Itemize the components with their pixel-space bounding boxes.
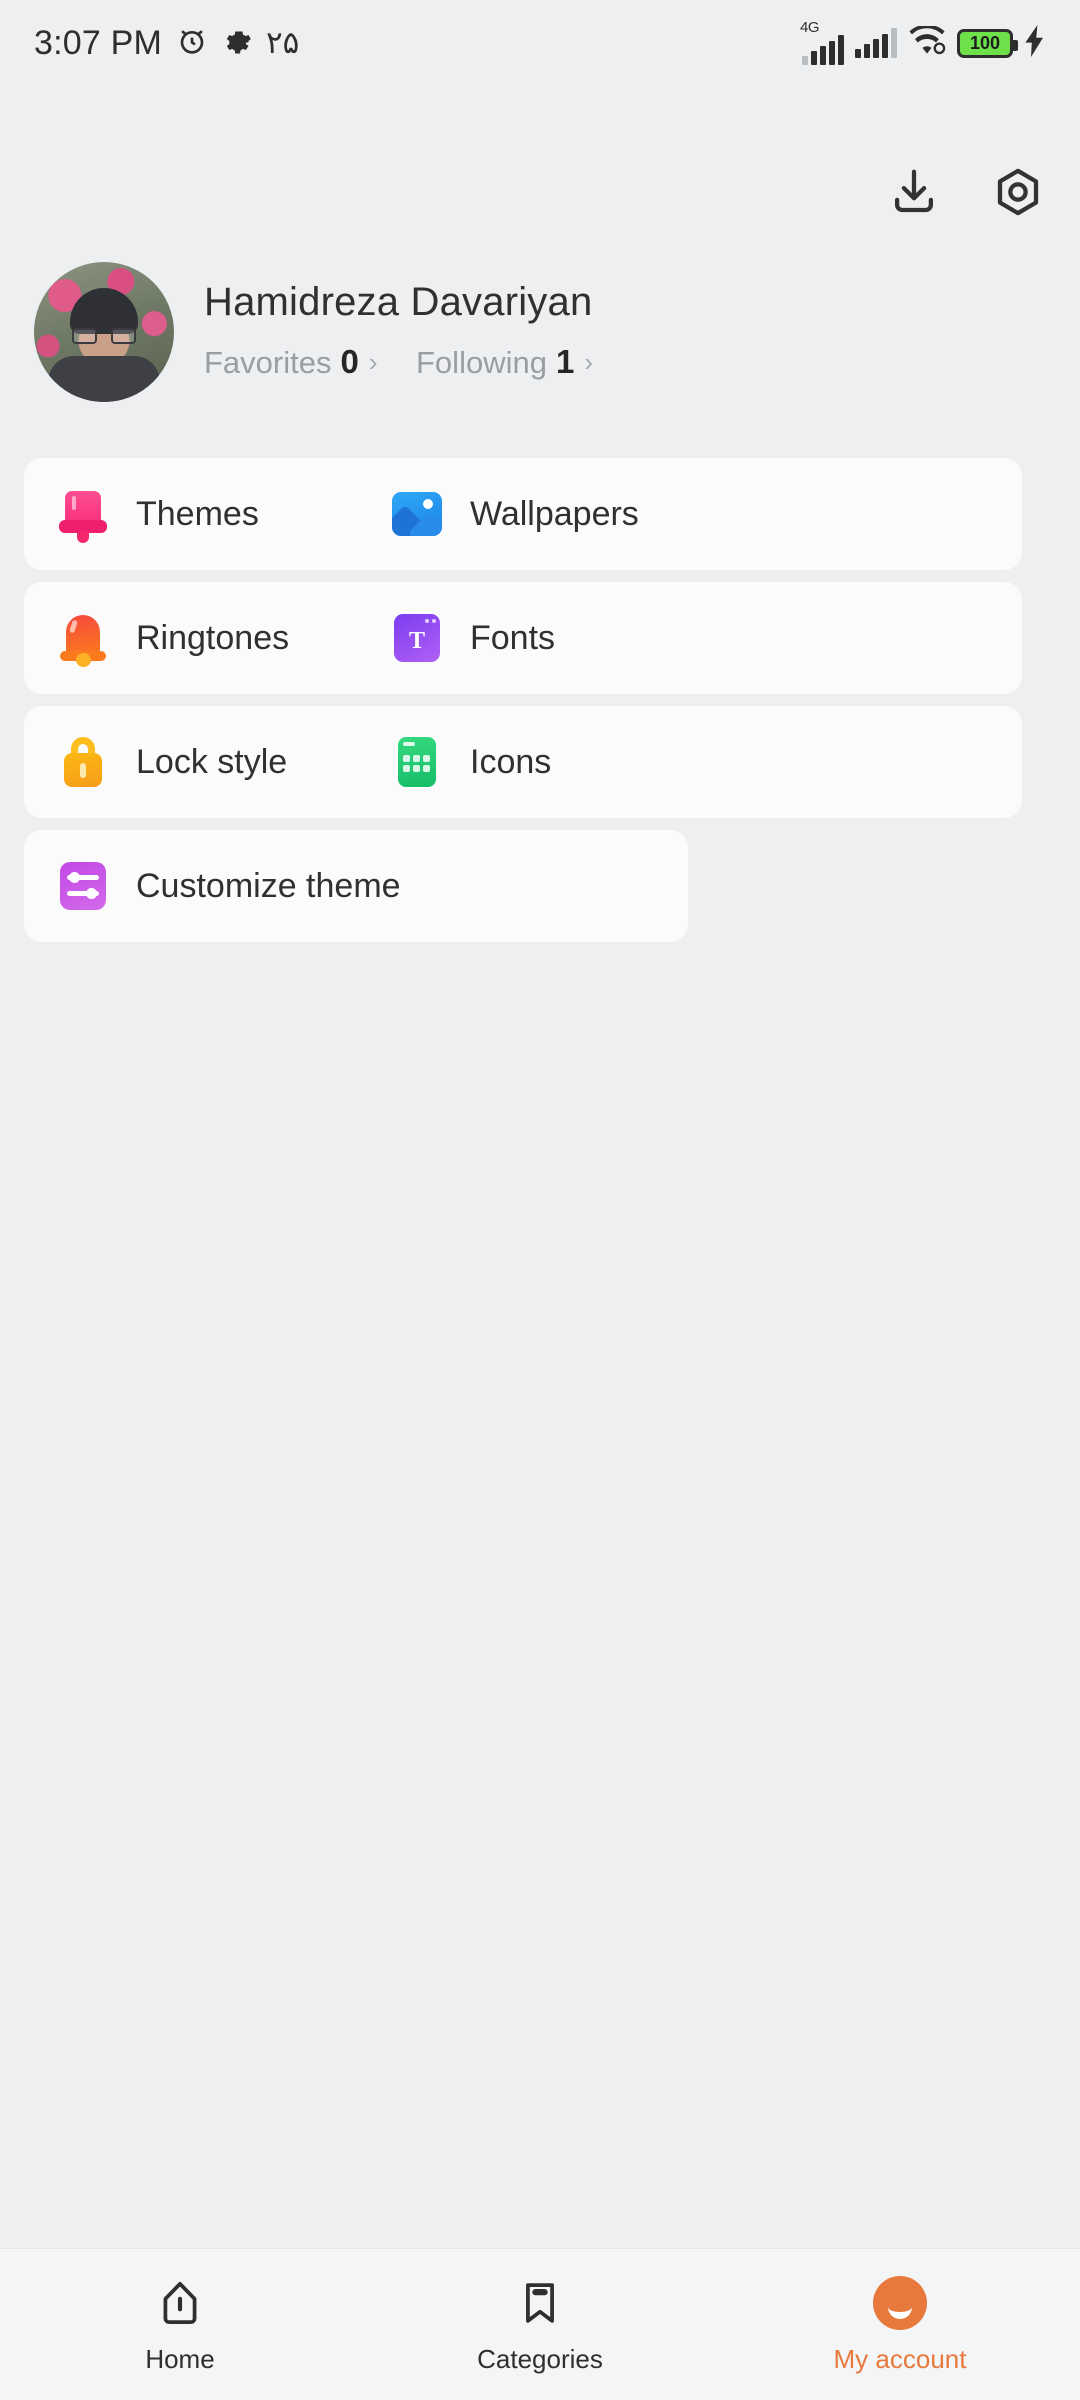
settings-hex-icon[interactable] (986, 160, 1050, 224)
grid-item-label: Ringtones (136, 618, 290, 657)
top-action-bar (882, 160, 1050, 224)
network-type-label: 4G (800, 19, 820, 36)
grid-item-wallpapers[interactable]: Wallpapers (358, 458, 1022, 570)
signal-4g-icon: 4G (800, 19, 844, 65)
bookmark-icon (512, 2275, 568, 2331)
alarm-clock-icon (176, 25, 208, 62)
signal-sim2-icon (855, 28, 897, 58)
font-t-icon: T (390, 611, 444, 665)
avatar[interactable] (34, 262, 174, 402)
grid-item-label: Themes (136, 494, 259, 533)
app-grid-icon (390, 735, 444, 789)
grid-item-icons[interactable]: Icons (358, 706, 1022, 818)
stat-favorites[interactable]: Favorites 0 › (204, 343, 416, 381)
lock-icon (56, 735, 110, 789)
grid-item-label: Fonts (470, 618, 556, 657)
page-title: Hamidreza Davariyan (204, 279, 593, 324)
grid-item-customize-theme[interactable]: Customize theme (24, 830, 688, 942)
profile-stats: Favorites 0 › Following 1 › (204, 343, 593, 381)
nav-item-categories[interactable]: Categories (360, 2275, 720, 2375)
nav-item-home[interactable]: Home (0, 2275, 360, 2375)
nav-item-label: Categories (477, 2343, 603, 2374)
grid-item-label: Icons (470, 742, 552, 781)
profile-header: Hamidreza Davariyan Favorites 0 › Follow… (34, 262, 1044, 402)
charging-bolt-icon (1024, 24, 1046, 62)
status-time: 3:07 PM (34, 23, 163, 62)
sliders-icon (56, 859, 110, 913)
bell-icon (56, 611, 110, 667)
stat-following[interactable]: Following 1 › (416, 343, 593, 381)
stat-following-value: 1 (555, 342, 575, 380)
account-smiley-icon (872, 2275, 928, 2331)
battery-icon: 100 (957, 28, 1018, 58)
grid-item-label: Customize theme (136, 866, 401, 905)
home-icon (152, 2275, 208, 2331)
status-bar: 3:07 PM ۲۵ 4G 100 (0, 0, 1080, 86)
stat-favorites-label: Favorites (204, 344, 332, 380)
bottom-navigation: Home Categories My account (0, 2248, 1080, 2400)
nav-item-label: Home (145, 2343, 215, 2374)
status-bar-right: 4G 100 (800, 19, 1046, 65)
download-icon[interactable] (882, 160, 946, 224)
grid-item-label: Lock style (136, 742, 288, 781)
shortcut-grid: Themes Wallpapers Ringtones T Fonts Lock… (24, 458, 1056, 942)
grid-item-label: Wallpapers (470, 494, 639, 533)
image-icon (390, 487, 444, 541)
gear-icon (222, 26, 252, 61)
stat-favorites-value: 0 (340, 342, 359, 380)
wifi-icon (908, 24, 946, 61)
nav-item-label: My account (833, 2343, 967, 2374)
chevron-right-icon: › (584, 346, 593, 377)
battery-level: 100 (969, 33, 1001, 53)
status-bar-left: 3:07 PM ۲۵ (34, 24, 299, 63)
grid-item-fonts[interactable]: T Fonts (358, 582, 1022, 694)
stat-following-label: Following (416, 344, 547, 380)
notification-count: ۲۵ (266, 25, 300, 60)
nav-item-my-account[interactable]: My account (720, 2275, 1080, 2375)
paintbrush-icon (56, 487, 110, 543)
chevron-right-icon: › (368, 346, 378, 377)
profile-info: Hamidreza Davariyan Favorites 0 › Follow… (204, 280, 593, 385)
